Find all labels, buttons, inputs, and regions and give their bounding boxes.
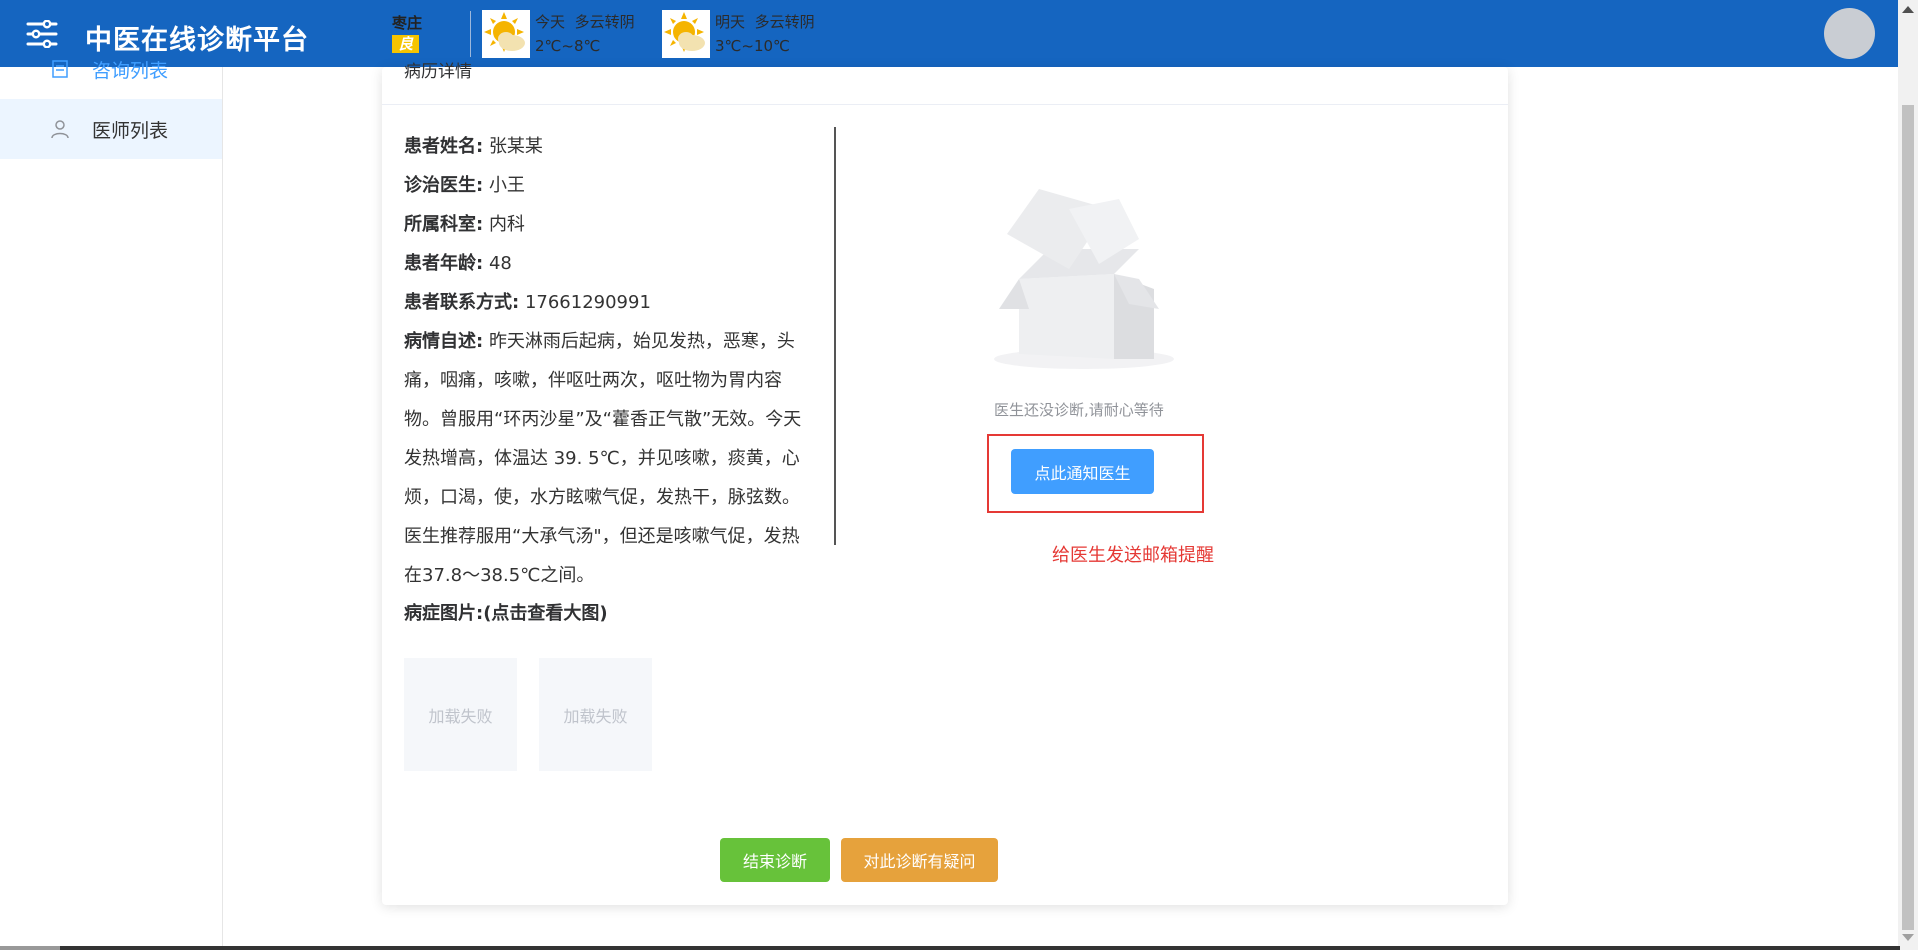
empty-box-icon <box>994 189 1174 369</box>
bottom-edge <box>0 946 60 950</box>
patient-info: 患者姓名: 张某某 诊治医生: 小王 所属科室: 内科 患者年龄: 48 患者联… <box>404 127 804 595</box>
avatar[interactable] <box>1824 8 1875 59</box>
sidebar-item-label: 医师列表 <box>92 119 169 142</box>
weather-tomorrow-desc: 多云转阴 <box>754 13 815 31</box>
weather-tomorrow: 明天 多云转阴 3℃~10℃ <box>662 10 815 58</box>
partly-cloudy-icon <box>662 10 710 58</box>
sidebar-item-consult-list[interactable]: 咨询列表 <box>0 39 222 99</box>
field-label: 所属科室: <box>404 214 484 235</box>
vertical-divider <box>834 127 836 545</box>
partly-cloudy-icon <box>482 10 530 58</box>
field-value: 17661290991 <box>524 292 651 313</box>
field-value: 内科 <box>488 214 525 235</box>
field-value: 张某某 <box>488 136 543 157</box>
field-row: 患者年龄: 48 <box>404 244 804 283</box>
air-quality-badge: 良 <box>392 35 420 53</box>
scrollbar[interactable] <box>1898 0 1918 950</box>
weather-tomorrow-temp: 3℃~10℃ <box>715 37 790 55</box>
end-diagnosis-button[interactable]: 结束诊断 <box>720 838 830 882</box>
bottom-edge <box>60 946 1900 950</box>
field-row: 患者姓名: 张某某 <box>404 127 804 166</box>
card-title: 病历详情 <box>404 62 472 82</box>
weather-tomorrow-label: 明天 <box>715 13 746 31</box>
document-icon <box>52 60 68 78</box>
field-label: 患者联系方式: <box>404 292 520 313</box>
description-text: 昨天淋雨后起病，始见发热，恶寒，头痛，咽痛，咳嗽，伴呕吐两次，呕吐物为胃内容物。… <box>404 331 802 586</box>
sidebar: 咨询列表 医师列表 <box>0 60 223 950</box>
pics-label: 病症图片:(点击查看大图) <box>404 603 608 624</box>
scroll-up-icon[interactable] <box>1902 6 1914 13</box>
scroll-thumb[interactable] <box>1902 105 1914 930</box>
weather-today-temp: 2℃~8℃ <box>535 37 601 55</box>
annotation-note: 给医生发送邮箱提醒 <box>1052 545 1214 566</box>
field-label: 患者姓名: <box>404 136 484 157</box>
field-label: 患者年龄: <box>404 253 484 274</box>
question-diagnosis-button[interactable]: 对此诊断有疑问 <box>841 838 998 882</box>
field-label: 诊治医生: <box>404 175 484 196</box>
symptom-image[interactable]: 加载失败 <box>539 658 652 771</box>
field-value: 48 <box>488 253 512 274</box>
description: 病情自述: 昨天淋雨后起病，始见发热，恶寒，头痛，咽痛，咳嗽，伴呕吐两次，呕吐物… <box>404 322 804 595</box>
description-label: 病情自述: <box>404 331 484 352</box>
card-header: 病历详情 <box>382 62 1508 105</box>
notify-doctor-button[interactable]: 点此通知医生 <box>1011 449 1154 494</box>
sidebar-item-label: 咨询列表 <box>92 59 169 82</box>
sidebar-item-doctor-list[interactable]: 医师列表 <box>0 99 222 159</box>
field-value: 小王 <box>488 175 525 196</box>
field-row: 诊治医生: 小王 <box>404 166 804 205</box>
field-row: 所属科室: 内科 <box>404 205 804 244</box>
top-bar: 中医在线诊断平台 枣庄 良 今天 多云转阴 2℃~8℃ 明天 多云转阴 3℃~1… <box>0 0 1898 67</box>
record-card: 病历详情 患者姓名: 张某某 诊治医生: 小王 所属科室: 内科 患者年龄: 4… <box>382 62 1508 905</box>
weather-divider <box>470 11 471 57</box>
weather-today-desc: 多云转阴 <box>574 13 635 31</box>
empty-text: 医生还没诊断,请耐心等待 <box>994 401 1164 419</box>
weather-today: 今天 多云转阴 2℃~8℃ <box>482 10 635 58</box>
symptom-image[interactable]: 加载失败 <box>404 658 517 771</box>
weather-city: 枣庄 <box>392 14 423 32</box>
weather-today-label: 今天 <box>535 13 566 31</box>
field-row: 患者联系方式: 17661290991 <box>404 283 804 322</box>
scroll-down-icon[interactable] <box>1902 934 1914 941</box>
user-icon <box>51 120 69 139</box>
